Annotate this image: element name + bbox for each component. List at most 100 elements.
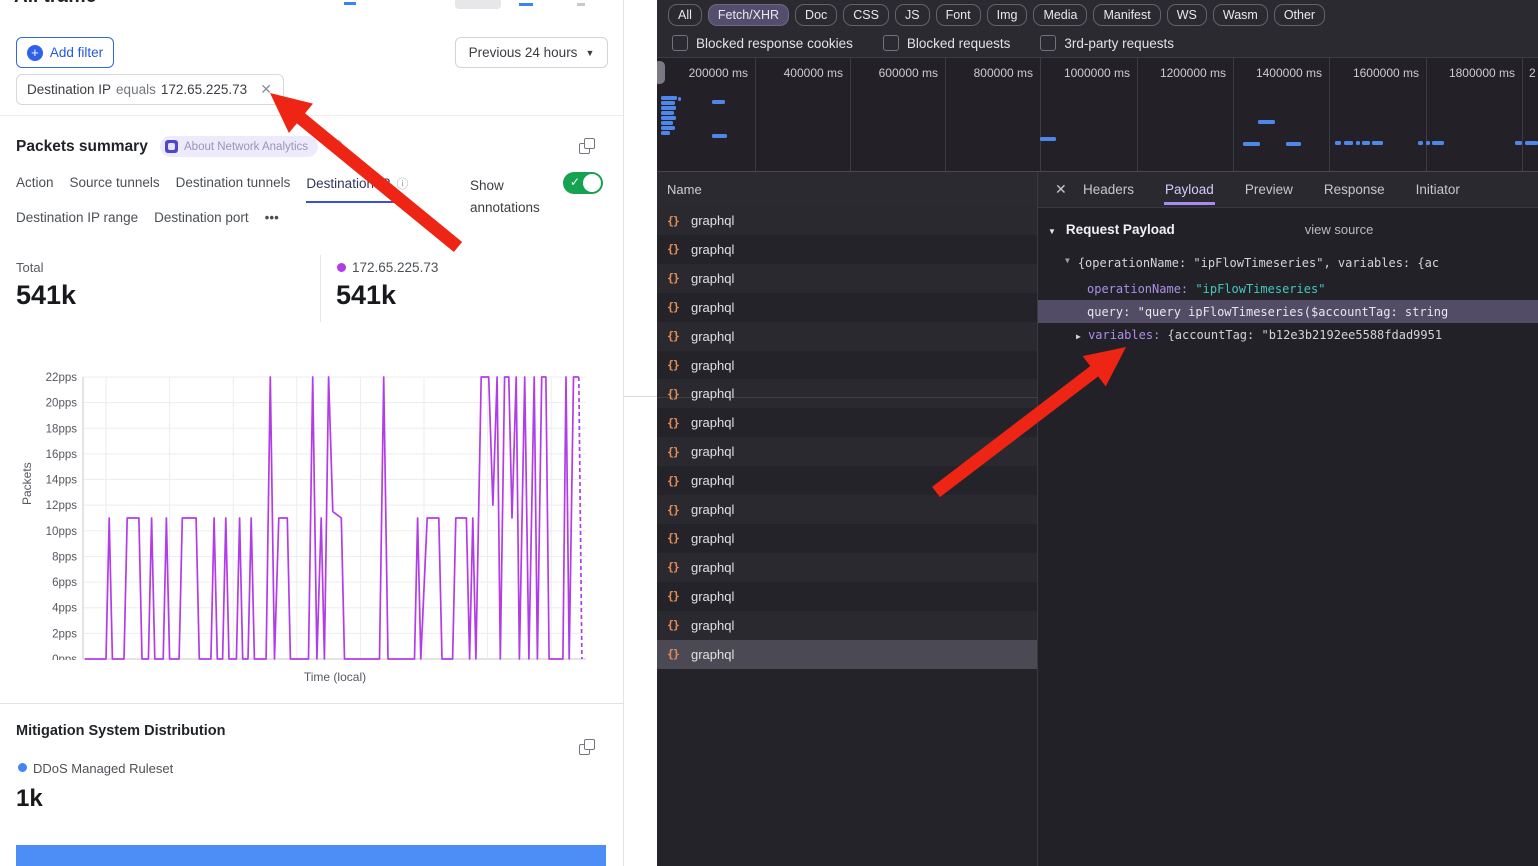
timeline-request-bar bbox=[1418, 141, 1423, 145]
detail-tab-headers[interactable]: Headers bbox=[1082, 174, 1135, 205]
tab-destination-tunnels[interactable]: Destination tunnels bbox=[176, 175, 291, 199]
detail-tab-initiator[interactable]: Initiator bbox=[1415, 174, 1461, 205]
network-filter-pill-media[interactable]: Media bbox=[1033, 4, 1087, 26]
tab-label: Destination tunnels bbox=[176, 175, 291, 190]
collapse-triangle-icon[interactable]: ▼ bbox=[1065, 256, 1070, 270]
network-filter-pill-font[interactable]: Font bbox=[936, 4, 981, 26]
request-row[interactable]: {}graphql bbox=[657, 437, 1037, 466]
filter-chip[interactable]: Destination IP equals 172.65.225.73 ✕ bbox=[16, 74, 284, 105]
network-filter-pill-wasm[interactable]: Wasm bbox=[1213, 4, 1268, 26]
request-row[interactable]: {}graphql bbox=[657, 582, 1037, 611]
view-source-link[interactable]: view source bbox=[1305, 222, 1374, 237]
tab--[interactable]: ••• bbox=[265, 210, 279, 234]
network-filter-pill-doc[interactable]: Doc bbox=[795, 4, 837, 26]
dimension-tabs-row2: Destination IP range Destination port ••• bbox=[16, 210, 279, 234]
network-filter-pill-manifest[interactable]: Manifest bbox=[1093, 4, 1160, 26]
network-filter-pill-img[interactable]: Img bbox=[987, 4, 1028, 26]
name-column-header[interactable]: Name bbox=[657, 172, 1037, 207]
checkbox-label: Blocked response cookies bbox=[696, 36, 853, 51]
request-row[interactable]: {}graphql bbox=[657, 206, 1037, 235]
request-name: graphql bbox=[691, 589, 734, 604]
close-icon[interactable]: ✕ bbox=[1055, 181, 1067, 198]
timeline-tick-label: 400000 ms bbox=[784, 66, 843, 80]
chevron-down-icon: ▼ bbox=[585, 48, 594, 58]
dimension-tabs-row1: Action Source tunnels Destination tunnels D… bbox=[16, 175, 408, 203]
checkbox-label: 3rd-party requests bbox=[1064, 36, 1174, 51]
requests-list: {}graphql{}graphql{}graphql{}graphql{}gr… bbox=[657, 206, 1037, 866]
name-column-label: Name bbox=[667, 182, 702, 197]
tab-destination-port[interactable]: Destination port bbox=[154, 210, 249, 234]
network-filter-pill-all[interactable]: All bbox=[668, 4, 702, 26]
timeline-tick-label: 1200000 ms bbox=[1160, 66, 1226, 80]
add-filter-button[interactable]: + Add filter bbox=[16, 37, 114, 68]
payload-value: "query ipFlowTimeseries($accountTag: str… bbox=[1138, 305, 1449, 319]
collapse-triangle-icon[interactable]: ▼ bbox=[1048, 227, 1056, 236]
checkbox-icon[interactable] bbox=[1040, 35, 1056, 51]
expand-triangle-icon[interactable]: ▶ bbox=[1076, 332, 1081, 341]
network-filter-pill-other[interactable]: Other bbox=[1274, 4, 1325, 26]
tab-destination-ip[interactable]: Destination IPⓘ bbox=[306, 175, 408, 203]
request-row[interactable]: {}graphql bbox=[657, 379, 1037, 408]
tab-action[interactable]: Action bbox=[16, 175, 54, 199]
remove-filter-icon[interactable]: ✕ bbox=[260, 81, 272, 98]
time-range-label: Previous 24 hours bbox=[469, 45, 578, 60]
timeline-request-bar bbox=[661, 111, 674, 115]
request-row[interactable]: {}graphql bbox=[657, 293, 1037, 322]
request-row[interactable]: {}graphql bbox=[657, 553, 1037, 582]
request-row[interactable]: {}graphql bbox=[657, 264, 1037, 293]
screenshot-root: All traffic + Add filter Previous 24 hou… bbox=[0, 0, 1538, 866]
request-row[interactable]: {}graphql bbox=[657, 524, 1037, 553]
tab-label: ••• bbox=[265, 210, 279, 225]
timeline-request-bar bbox=[1040, 137, 1056, 141]
expand-card-icon[interactable] bbox=[579, 739, 595, 755]
show-annotations-toggle[interactable]: ✓ bbox=[563, 172, 603, 194]
request-row[interactable]: {}graphql bbox=[657, 640, 1037, 669]
request-row[interactable]: {}graphql bbox=[657, 495, 1037, 524]
request-row[interactable]: {}graphql bbox=[657, 235, 1037, 264]
timeline-gridline bbox=[1426, 58, 1427, 171]
analytics-panel: All traffic + Add filter Previous 24 hou… bbox=[0, 0, 624, 866]
checkbox-icon[interactable] bbox=[883, 35, 899, 51]
request-name: graphql bbox=[691, 444, 734, 459]
timeline-request-bar bbox=[1525, 141, 1538, 145]
network-filter-pill-js[interactable]: JS bbox=[895, 4, 930, 26]
show-annotations-label: Show annotations bbox=[470, 175, 562, 218]
info-icon[interactable]: ⓘ bbox=[396, 175, 408, 192]
timeline-tick-label: 800000 ms bbox=[974, 66, 1033, 80]
timeline-gridline bbox=[1040, 58, 1041, 171]
tab-destination-ip-range[interactable]: Destination IP range bbox=[16, 210, 138, 234]
timeline-request-bar bbox=[661, 101, 675, 105]
filter-field: Destination IP bbox=[27, 82, 111, 97]
json-braces-icon: {} bbox=[667, 474, 685, 488]
tab-source-tunnels[interactable]: Source tunnels bbox=[70, 175, 160, 199]
network-filter-pill-ws[interactable]: WS bbox=[1167, 4, 1207, 26]
timeline-request-bar bbox=[1362, 141, 1370, 145]
request-name: graphql bbox=[691, 300, 734, 315]
timeline-request-bar bbox=[1344, 141, 1353, 145]
timeline-request-bar bbox=[1258, 120, 1275, 124]
network-overview-timeline[interactable]: 200000 ms400000 ms600000 ms800000 ms1000… bbox=[657, 58, 1538, 172]
expand-card-icon[interactable] bbox=[579, 138, 595, 154]
network-filter-pill-fetch-xhr[interactable]: Fetch/XHR bbox=[708, 4, 789, 26]
time-range-dropdown[interactable]: Previous 24 hours ▼ bbox=[455, 37, 608, 68]
detail-tab-payload[interactable]: Payload bbox=[1164, 174, 1215, 205]
request-row[interactable]: {}graphql bbox=[657, 322, 1037, 351]
y-tick-label: 20pps bbox=[46, 398, 78, 410]
checkbox-icon[interactable] bbox=[672, 35, 688, 51]
request-row[interactable]: {}graphql bbox=[657, 408, 1037, 437]
timeline-handle[interactable] bbox=[657, 61, 665, 84]
request-row[interactable]: {}graphql bbox=[657, 611, 1037, 640]
about-network-analytics-badge[interactable]: About Network Analytics bbox=[160, 136, 318, 157]
detail-tab-preview[interactable]: Preview bbox=[1244, 174, 1294, 205]
network-filter-pill-css[interactable]: CSS bbox=[843, 4, 889, 26]
y-tick-label: 18pps bbox=[46, 423, 78, 435]
request-row[interactable]: {}graphql bbox=[657, 351, 1037, 380]
mitigation-bar[interactable] bbox=[16, 845, 606, 866]
json-braces-icon: {} bbox=[667, 214, 685, 228]
detail-tab-response[interactable]: Response bbox=[1323, 174, 1386, 205]
request-name: graphql bbox=[691, 386, 734, 401]
timeline-request-bar bbox=[712, 100, 725, 104]
series-dot bbox=[337, 263, 346, 272]
toggle-knob bbox=[583, 174, 601, 192]
request-row[interactable]: {}graphql bbox=[657, 466, 1037, 495]
